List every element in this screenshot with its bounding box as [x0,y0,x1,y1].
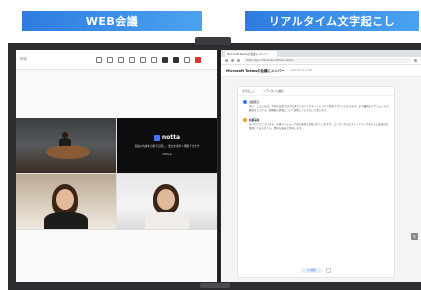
extensions-icon[interactable] [414,59,417,62]
url-field[interactable]: https://app.notta.ai/record/transcriptio… [243,58,411,63]
video-grid: notta 会議の内容を自動で記録し、要点を素早く把握できます notta.ai [16,118,217,230]
people-icon[interactable] [107,56,113,63]
speaker-avatar [243,117,247,122]
transcript-segment: 佐藤美咲 ありがとうございます。先週のレビューで出た意見も反映されていますか。ユ… [238,117,394,131]
tab-transcription[interactable]: 文字起こし [242,89,255,93]
transcript-panel: 文字起こし リアルタイム翻訳 山田花子 はい、こんにちは。今日の会議ではプロダク… [237,86,395,278]
chat-icon[interactable] [96,56,102,63]
apps-icon[interactable] [140,56,146,63]
toolbar-icons [96,56,201,63]
notta-logo: notta [153,134,181,142]
document-title[interactable]: Microsoft Teamsの会議にメンバー [226,68,284,73]
segment-text[interactable]: ありがとうございます。先週のレビューで出た意見も反映されていますか。ユーザーから… [249,123,389,131]
ai-summary-button[interactable]: AI 要約 [301,268,322,273]
banner-web-meeting: WEB会議 [22,11,202,31]
participant-face [56,189,74,210]
speaker-name: 山田花子 [249,101,260,104]
share-subtext: notta.ai [162,153,172,156]
view-icon[interactable] [129,56,135,63]
monitor-stand-indicator [200,283,230,288]
conference-table [46,145,90,159]
meeting-toolbar: 検索 [16,50,217,70]
participant-body [145,212,189,229]
meeting-screen: 検索 notta 会議の内容を自動で記録し、要点を素早く把握できます notta… [16,50,217,282]
panel-tabs: 文字起こし リアルタイム翻訳 [238,87,394,96]
screen-divider [218,50,220,282]
video-tile-meeting-room[interactable] [16,118,116,173]
video-tile-participant-2[interactable] [117,174,217,229]
meeting-search[interactable]: 検索 [20,57,80,62]
camera-icon[interactable] [162,56,168,63]
transcript-segment: 山田花子 はい、こんにちは。今日の会議ではプロダクトのアップデートについて共有さ… [238,100,394,113]
transcription-screen: Microsoft Teamsの会議にメンバー https://app.nott… [221,50,421,282]
speaker-avatar [243,100,247,104]
tab-translation[interactable]: リアルタイム翻訳 [263,89,284,93]
participant-body [44,212,88,229]
speaker-row: 佐藤美咲 [243,117,389,122]
mic-icon[interactable] [173,56,179,63]
browser-tab-bar: Microsoft Teamsの会議にメンバー [221,50,421,57]
webcam [195,37,231,45]
document-time: 2023-02-02 10:08 [290,69,312,72]
video-tile-screen-share[interactable]: notta 会議の内容を自動で記録し、要点を素早く把握できます notta.ai [117,118,217,173]
share-icon[interactable] [184,56,190,63]
forward-icon[interactable] [231,59,234,62]
banner-realtime-transcription: リアルタイム文字起こし [245,11,419,31]
notta-logo-icon [153,134,160,141]
back-icon[interactable] [225,59,228,62]
speaker-name: 佐藤美咲 [249,118,260,122]
notta-logo-text: notta [161,134,181,142]
options-button[interactable] [325,268,331,273]
more-icon[interactable] [151,56,157,63]
participant-face [157,189,175,210]
participant-body [59,138,71,146]
speaker-row: 山田花子 [243,100,389,104]
transcript-footer: AI 要約 [238,268,394,273]
video-tile-participant-1[interactable] [16,174,116,229]
share-headline: 会議の内容を自動で記録し、要点を素早く把握できます [134,145,200,149]
browser-tab[interactable]: Microsoft Teamsの会議にメンバー [225,51,277,57]
browser-address-bar: https://app.notta.ai/record/transcriptio… [221,57,421,65]
reload-icon[interactable] [237,59,240,62]
edit-icon[interactable]: ✎ [411,233,418,240]
reactions-icon[interactable] [118,56,124,63]
leave-icon[interactable] [195,56,201,63]
segment-text[interactable]: はい、こんにちは。今日の会議ではプロダクトのアップデートについて共有させていただ… [249,105,389,113]
document-header: Microsoft Teamsの会議にメンバー 2023-02-02 10:08 [221,65,421,77]
